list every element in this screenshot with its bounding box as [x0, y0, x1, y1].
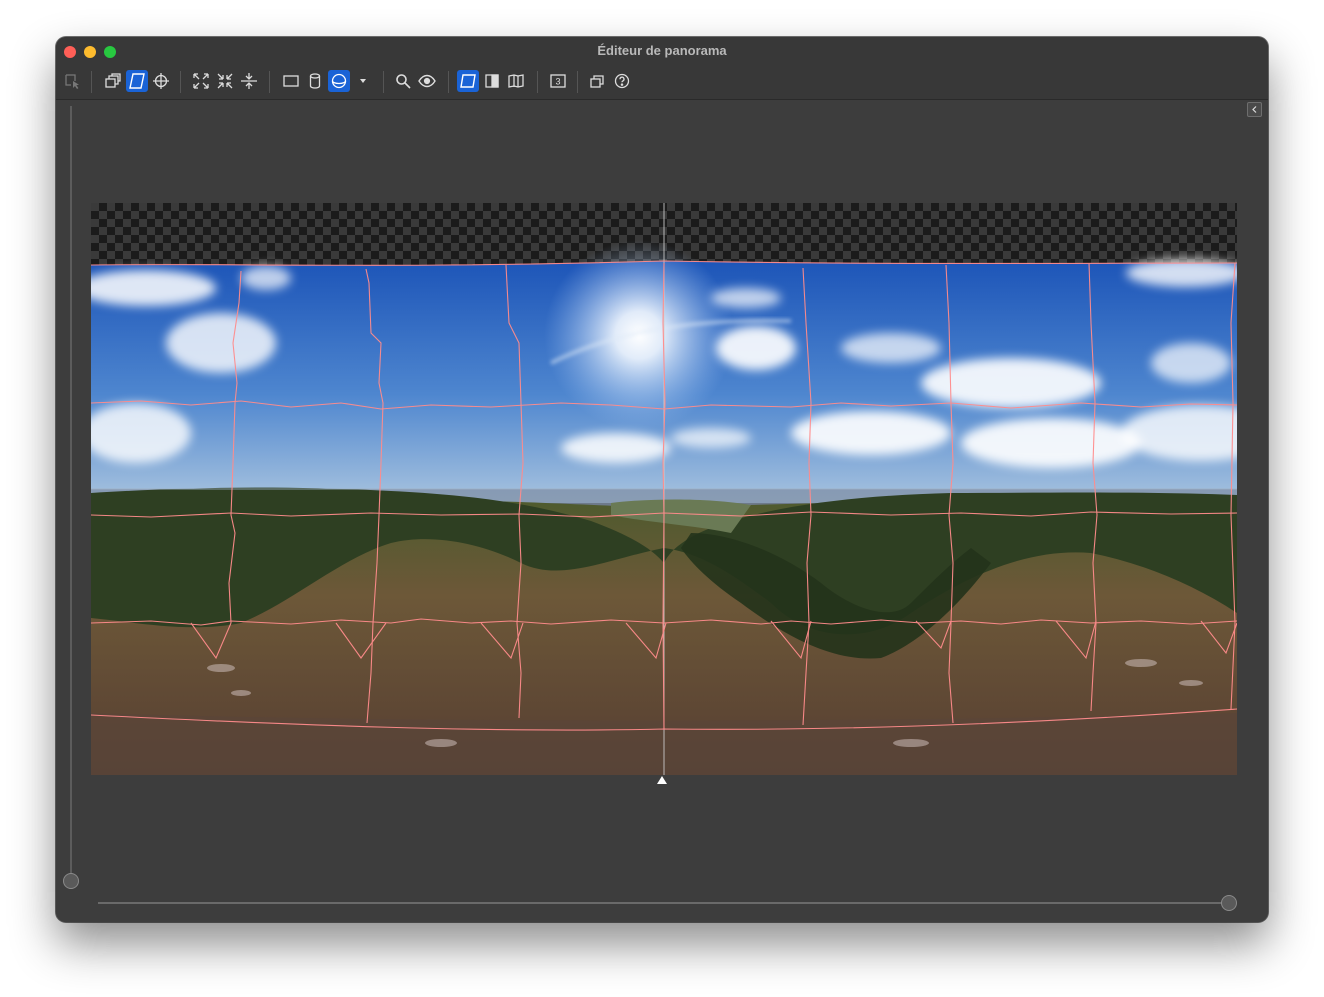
view-mode-outline-button[interactable] — [457, 70, 479, 92]
seam-view-button[interactable] — [126, 70, 148, 92]
window-title: Éditeur de panorama — [597, 43, 727, 58]
image-count-button[interactable]: 3 — [547, 70, 569, 92]
vertical-slider-knob[interactable] — [63, 873, 79, 889]
projection-cylindrical-button[interactable] — [304, 70, 326, 92]
projection-dropdown-button[interactable] — [352, 70, 374, 92]
stacked-images-icon — [105, 73, 121, 88]
toolbar: 3 — [56, 65, 1268, 100]
rectangle-icon — [283, 75, 299, 87]
chevron-left-icon — [1252, 106, 1257, 113]
magnifier-icon — [396, 74, 411, 89]
layers-icon — [590, 75, 604, 88]
expand-arrows-icon — [193, 73, 209, 89]
center-marker[interactable] — [657, 776, 667, 784]
sphere-icon — [331, 73, 347, 89]
vertical-slider-track[interactable] — [70, 106, 72, 882]
control-points-button[interactable] — [150, 70, 172, 92]
projection-rectilinear-button[interactable] — [280, 70, 302, 92]
fit-button[interactable] — [190, 70, 212, 92]
seam-edit-icon — [129, 73, 145, 89]
shrink-button[interactable] — [214, 70, 236, 92]
half-filled-frame-icon — [485, 74, 499, 88]
help-button[interactable] — [611, 70, 633, 92]
help-circle-icon — [614, 73, 630, 89]
crosshair-icon — [153, 73, 169, 89]
projection-spherical-button[interactable] — [328, 70, 350, 92]
select-cursor-icon — [65, 74, 79, 89]
overlap-view-button[interactable] — [102, 70, 124, 92]
preview-button[interactable] — [416, 70, 438, 92]
panorama-preview[interactable] — [91, 203, 1237, 775]
eye-icon — [418, 74, 436, 88]
title-bar: Éditeur de panorama — [56, 37, 1268, 65]
layers-button[interactable] — [587, 70, 609, 92]
canvas-area[interactable] — [56, 100, 1268, 922]
panorama-editor-window: Éditeur de panorama 3 — [56, 37, 1268, 922]
view-mode-warp-button[interactable] — [505, 70, 527, 92]
outline-frame-icon — [460, 74, 476, 88]
image-count-label: 3 — [555, 77, 560, 87]
zoom-button[interactable] — [392, 70, 414, 92]
dropdown-triangle-icon — [360, 79, 366, 83]
cylinder-icon — [309, 73, 321, 89]
straighten-horizon-button[interactable] — [238, 70, 260, 92]
number-badge-icon: 3 — [550, 74, 566, 88]
view-mode-split-button[interactable] — [481, 70, 503, 92]
select-images-button[interactable] — [61, 70, 83, 92]
horizontal-slider-knob[interactable] — [1221, 895, 1237, 911]
horizontal-slider-track[interactable] — [98, 902, 1230, 904]
warped-frame-icon — [508, 74, 524, 88]
collapse-panel-button[interactable] — [1247, 102, 1262, 117]
compress-arrows-icon — [217, 73, 233, 89]
horizon-level-icon — [241, 73, 257, 89]
